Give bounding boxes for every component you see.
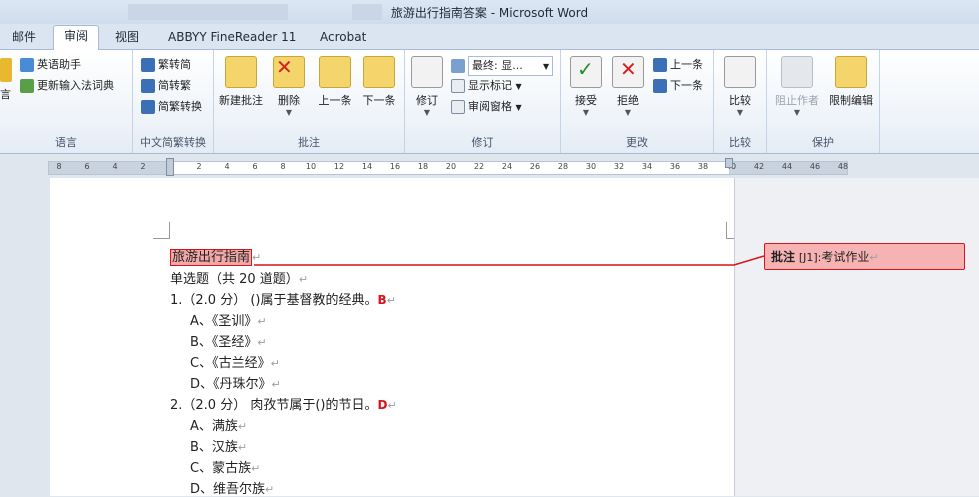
comment-text[interactable]: 考试作业 (821, 250, 869, 264)
comment-connector-line (254, 255, 765, 266)
comment-balloon[interactable]: 批注 [J1]:考试作业↵ (764, 243, 965, 270)
comment-label: 批注 (771, 250, 796, 264)
comment-id: [J1]: (798, 251, 822, 264)
